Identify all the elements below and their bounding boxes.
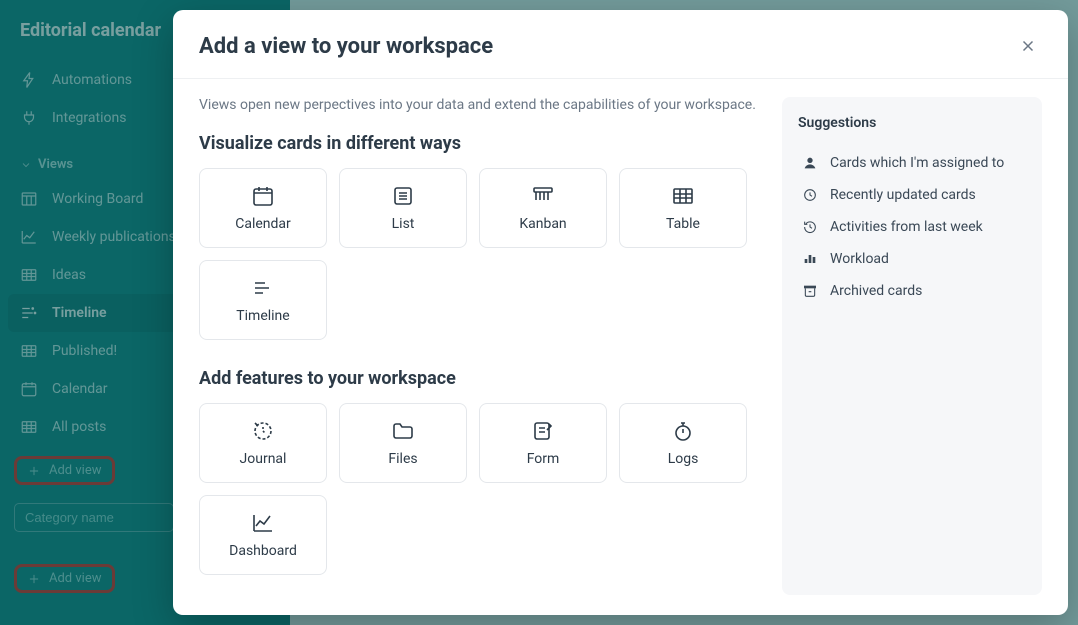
suggestion-label: Recently updated cards [830,187,976,203]
kanban-icon [531,184,555,208]
tile-logs[interactable]: Logs [619,403,747,483]
tile-list[interactable]: List [339,168,467,248]
suggestion-recently-updated[interactable]: Recently updated cards [798,179,1026,211]
suggestion-assigned-cards[interactable]: Cards which I'm assigned to [798,147,1026,179]
calendar-icon [251,184,275,208]
suggestion-activities-last-week[interactable]: Activities from last week [798,211,1026,243]
form-icon [531,419,555,443]
suggestion-archived-cards[interactable]: Archived cards [798,275,1026,307]
tile-label: Files [388,451,417,467]
tile-label: List [392,216,415,232]
suggestion-label: Workload [830,251,889,267]
archive-icon [802,283,818,299]
tile-label: Kanban [519,216,566,232]
tile-label: Timeline [236,308,289,324]
modal-title: Add a view to your workspace [199,34,493,59]
feature-tiles: Journal Files Form Logs Dashboard [199,403,760,575]
tile-label: Logs [668,451,699,467]
modal-main-column: Views open new perpectives into your dat… [199,97,760,595]
close-button[interactable] [1014,32,1042,60]
history-icon [802,219,818,235]
tile-calendar[interactable]: Calendar [199,168,327,248]
user-icon [802,155,818,171]
stopwatch-icon [671,419,695,443]
tile-journal[interactable]: Journal [199,403,327,483]
modal-description: Views open new perpectives into your dat… [199,97,760,113]
suggestion-label: Cards which I'm assigned to [830,155,1004,171]
tile-label: Form [527,451,560,467]
suggestions-panel: Suggestions Cards which I'm assigned to … [782,97,1042,595]
tile-form[interactable]: Form [479,403,607,483]
tile-label: Calendar [235,216,291,232]
suggestion-label: Activities from last week [830,219,983,235]
tile-label: Table [666,216,700,232]
folder-icon [391,419,415,443]
modal-body: Views open new perpectives into your dat… [173,79,1068,615]
section-visualize-title: Visualize cards in different ways [199,133,760,154]
suggestion-workload[interactable]: Workload [798,243,1026,275]
visualize-tiles: Calendar List Kanban Table Timeline [199,168,760,340]
close-icon [1019,37,1037,55]
clock-icon [802,187,818,203]
modal-header: Add a view to your workspace [173,10,1068,79]
suggestions-title: Suggestions [798,115,1026,131]
timeline-icon [251,276,275,300]
section-features-title: Add features to your workspace [199,368,760,389]
suggestion-label: Archived cards [830,283,922,299]
tile-timeline[interactable]: Timeline [199,260,327,340]
tile-label: Dashboard [229,543,297,559]
workload-icon [802,251,818,267]
table-icon [671,184,695,208]
list-icon [391,184,415,208]
tile-table[interactable]: Table [619,168,747,248]
add-view-modal: Add a view to your workspace Views open … [173,10,1068,615]
tile-label: Journal [240,451,287,467]
journal-icon [251,419,275,443]
tile-kanban[interactable]: Kanban [479,168,607,248]
dashboard-icon [251,511,275,535]
tile-dashboard[interactable]: Dashboard [199,495,327,575]
tile-files[interactable]: Files [339,403,467,483]
